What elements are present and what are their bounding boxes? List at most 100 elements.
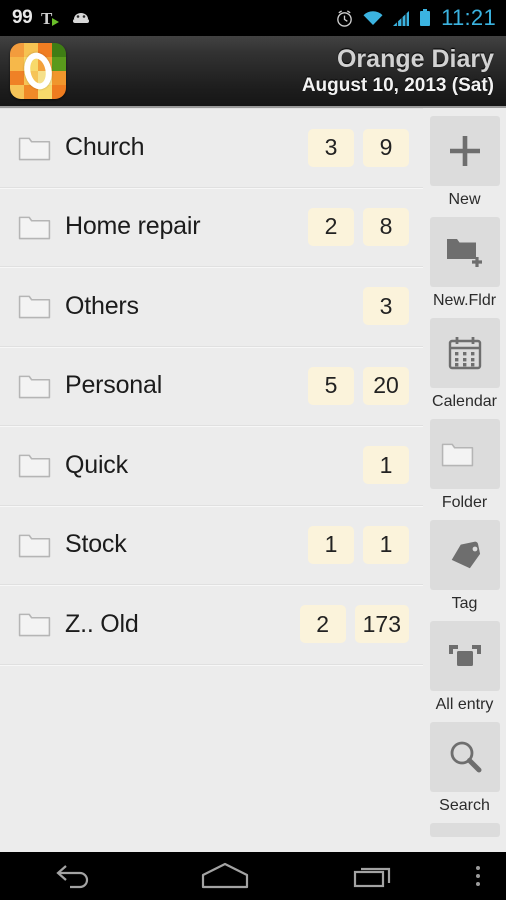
tool-label: Tag xyxy=(451,595,478,612)
page-title: Orange Diary xyxy=(336,45,494,74)
count-badge: 1 xyxy=(363,446,409,485)
tool-label: All entry xyxy=(435,696,494,713)
count-badge: 8 xyxy=(363,207,409,246)
folder-row[interactable]: Home repair 2 8 xyxy=(0,188,423,267)
folder-name: Quick xyxy=(65,450,128,479)
folder-icon xyxy=(18,295,51,319)
folder-name: Home repair xyxy=(65,212,201,241)
tool-tile xyxy=(429,621,500,691)
folder-row[interactable]: Stock 1 1 xyxy=(0,506,423,585)
count-badge: 1 xyxy=(363,525,409,564)
folder-icon xyxy=(18,216,51,240)
count-badge: 173 xyxy=(354,605,409,644)
folder-badges: 28 xyxy=(308,207,409,246)
android-head-icon xyxy=(70,10,92,26)
tool-sidebar: New New.Fldr Calendar Folder Tag All ent… xyxy=(423,108,506,852)
tool-tile xyxy=(429,722,500,792)
folder-row[interactable]: Church 3 9 xyxy=(0,108,423,188)
android-nav-bar xyxy=(0,852,506,900)
content-area: Church 3 9 Home repair 2 8 Others 3 Personal 5… xyxy=(0,108,506,852)
count-badge: 20 xyxy=(363,366,409,405)
app-root: 99 T 11:21 Orange Diary August 10, 2013 … xyxy=(0,0,506,900)
folder-name: Personal xyxy=(65,371,163,400)
calendar-icon xyxy=(448,337,481,370)
folder-icon xyxy=(18,534,51,558)
tool-label: Search xyxy=(439,797,490,814)
tool-button-folder[interactable]: Folder xyxy=(429,419,500,512)
folder-icon xyxy=(18,137,51,161)
folder-badges: 11 xyxy=(308,525,409,564)
tool-tile xyxy=(429,520,500,590)
folder-name: Stock xyxy=(65,530,127,559)
folder-list: Church 3 9 Home repair 2 8 Others 3 Personal 5… xyxy=(0,108,423,852)
folder-row[interactable]: Z.. Old 2 173 xyxy=(0,585,423,665)
tool-tile xyxy=(429,419,500,489)
tool-button-calendar[interactable]: Calendar xyxy=(429,318,500,411)
app-logo[interactable] xyxy=(10,43,66,99)
count-badge: 2 xyxy=(308,207,354,246)
tool-button-all-entry[interactable]: All entry xyxy=(429,621,500,714)
back-icon xyxy=(56,865,89,889)
folder-row[interactable]: Others 3 xyxy=(0,267,423,347)
folder-row[interactable]: Quick 1 xyxy=(0,426,423,506)
tag-icon xyxy=(451,541,480,569)
count-badge: 9 xyxy=(363,128,409,167)
header-titles: Orange Diary August 10, 2013 (Sat) xyxy=(302,45,506,96)
tool-label: New.Fldr xyxy=(432,292,497,309)
tool-button-partial[interactable] xyxy=(429,823,500,837)
status-bar-left: 99 T xyxy=(12,7,92,29)
folder-row[interactable]: Personal 5 20 xyxy=(0,347,423,426)
tool-button-new[interactable]: New xyxy=(429,116,500,209)
tool-tile xyxy=(429,823,500,837)
all-entry-icon xyxy=(448,645,481,666)
count-badge: 3 xyxy=(308,128,354,167)
folder-badges: 1 xyxy=(363,446,409,485)
status-bar: 99 T 11:21 xyxy=(0,0,506,36)
folder-badges: 2 173 xyxy=(299,605,409,644)
battery-icon xyxy=(419,9,431,27)
tts-icon: T xyxy=(41,8,61,28)
signal-icon xyxy=(392,10,411,27)
nav-home-button[interactable] xyxy=(150,852,300,900)
tool-tile xyxy=(429,318,500,388)
status-bar-right: 11:21 xyxy=(335,5,496,31)
nav-back-button[interactable] xyxy=(0,852,150,900)
folder-badges: 39 xyxy=(308,128,409,167)
folder-icon xyxy=(18,454,51,478)
folder-name: Others xyxy=(65,291,139,320)
nav-recents-button[interactable] xyxy=(300,852,450,900)
tool-button-new-fldr[interactable]: New.Fldr xyxy=(429,217,500,310)
recents-icon xyxy=(353,867,391,888)
app-header: Orange Diary August 10, 2013 (Sat) xyxy=(0,36,506,108)
tool-button-tag[interactable]: Tag xyxy=(429,520,500,613)
count-badge: 3 xyxy=(363,287,409,326)
count-badge: 5 xyxy=(308,366,354,405)
count-badge: 2 xyxy=(299,605,346,644)
page-subtitle: August 10, 2013 (Sat) xyxy=(301,75,494,97)
status-bar-clock: 11:21 xyxy=(441,5,496,30)
tool-label: Calendar xyxy=(432,393,497,410)
folder-badges: 5 20 xyxy=(308,366,409,405)
svg-text:T: T xyxy=(41,9,53,28)
alarm-clock-icon xyxy=(335,9,354,28)
folder-icon xyxy=(18,613,51,637)
folder-badges: 3 xyxy=(363,287,409,326)
folder-icon xyxy=(441,443,474,467)
folder-name: Church xyxy=(65,133,145,162)
plus-icon xyxy=(449,136,480,166)
notification-count: 99 xyxy=(12,7,33,28)
tool-label: New xyxy=(448,191,481,208)
nav-overflow-button[interactable] xyxy=(450,866,506,886)
count-badge: 1 xyxy=(308,525,354,564)
overflow-menu-icon xyxy=(476,866,480,870)
home-icon xyxy=(201,862,249,889)
tool-button-search[interactable]: Search xyxy=(429,722,500,815)
folder-name: Z.. Old xyxy=(65,609,139,638)
folder-plus-icon xyxy=(446,239,482,267)
tool-label: Folder xyxy=(441,494,488,511)
tool-tile xyxy=(429,217,500,287)
folder-icon xyxy=(18,375,51,399)
wifi-icon xyxy=(362,10,384,27)
search-icon xyxy=(450,741,481,773)
tool-tile xyxy=(429,116,500,186)
